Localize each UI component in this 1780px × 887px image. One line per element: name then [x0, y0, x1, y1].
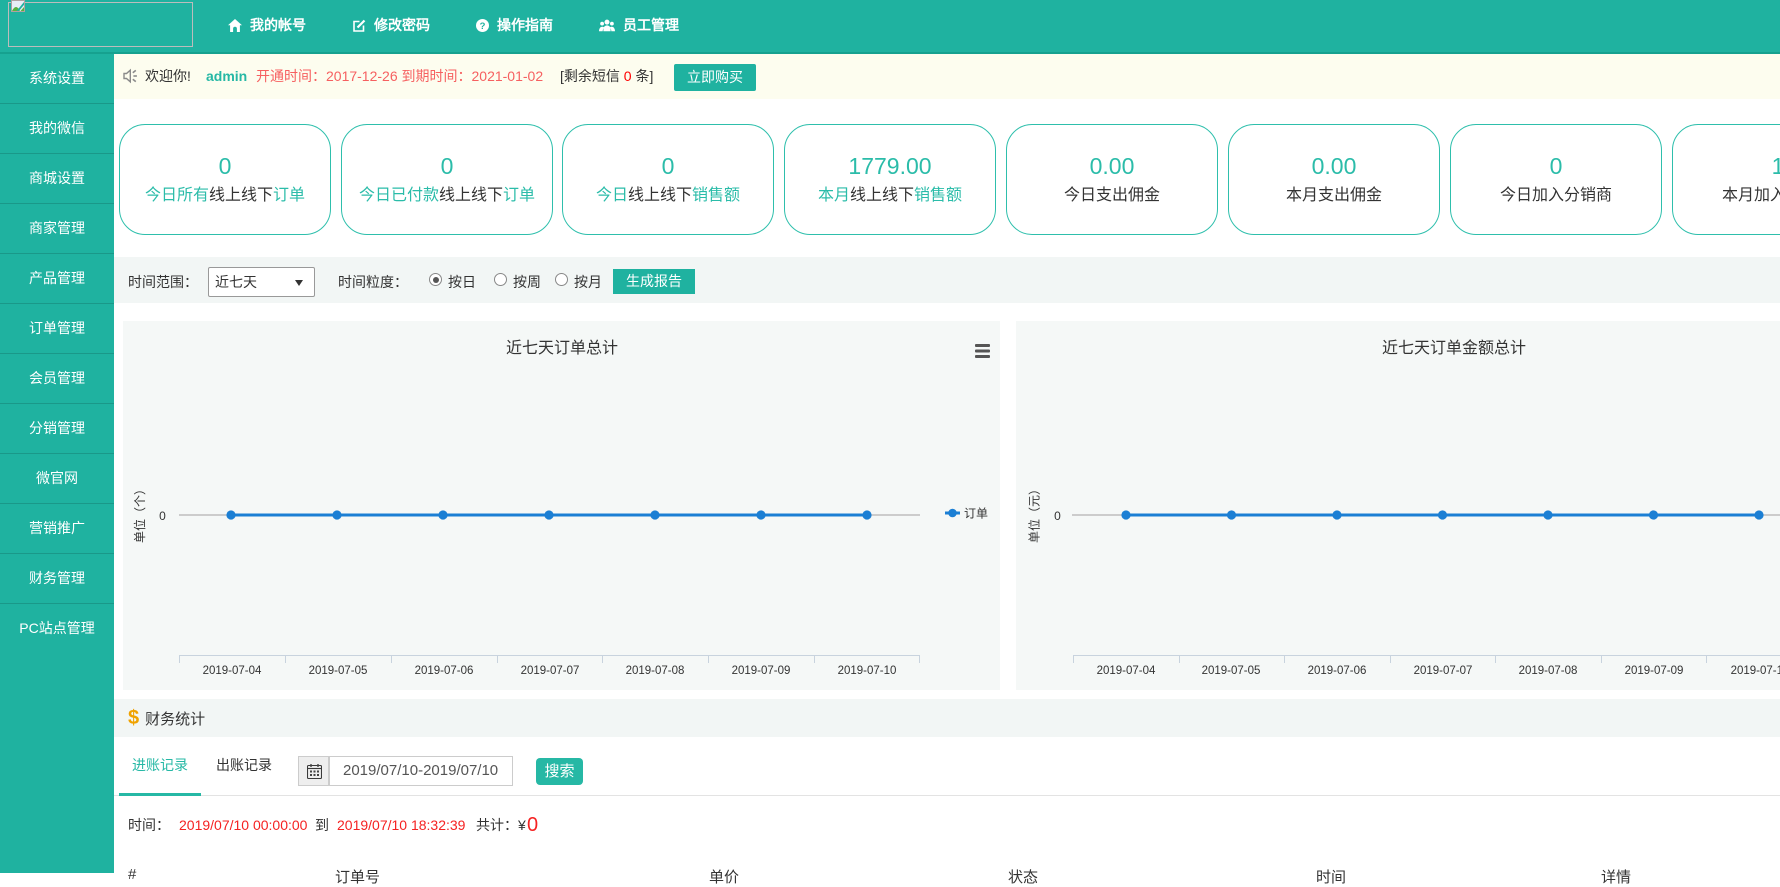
- svg-text:0: 0: [159, 509, 166, 523]
- svg-text:2019-07-04: 2019-07-04: [1097, 665, 1156, 677]
- svg-text:近七天订单总计: 近七天订单总计: [506, 339, 618, 357]
- svg-text:?: ?: [480, 21, 486, 32]
- svg-text:2019-07-10: 2019-07-10: [838, 665, 897, 677]
- svg-text:2019-07-08: 2019-07-08: [626, 665, 685, 677]
- svg-text:2019-07-09: 2019-07-09: [1625, 665, 1684, 677]
- svg-text:2019-07-10: 2019-07-10: [1731, 665, 1780, 677]
- svg-text:2019-07-09: 2019-07-09: [732, 665, 791, 677]
- svg-text:2019-07-07: 2019-07-07: [521, 665, 580, 677]
- svg-text:2019-07-05: 2019-07-05: [1202, 665, 1261, 677]
- svg-text:2019-07-05: 2019-07-05: [309, 665, 368, 677]
- svg-text:2019-07-04: 2019-07-04: [203, 665, 262, 677]
- svg-text:单位（元）: 单位（元）: [1027, 483, 1042, 543]
- svg-text:2019-07-06: 2019-07-06: [1308, 665, 1367, 677]
- svg-text:2019-07-07: 2019-07-07: [1414, 665, 1473, 677]
- svg-text:单位（个）: 单位（个）: [132, 483, 147, 543]
- svg-text:订单: 订单: [964, 507, 988, 521]
- svg-text:近七天订单金额总计: 近七天订单金额总计: [1382, 339, 1526, 357]
- svg-text:2019-07-06: 2019-07-06: [415, 665, 474, 677]
- svg-text:2019-07-08: 2019-07-08: [1519, 665, 1578, 677]
- svg-text:0: 0: [1054, 509, 1061, 523]
